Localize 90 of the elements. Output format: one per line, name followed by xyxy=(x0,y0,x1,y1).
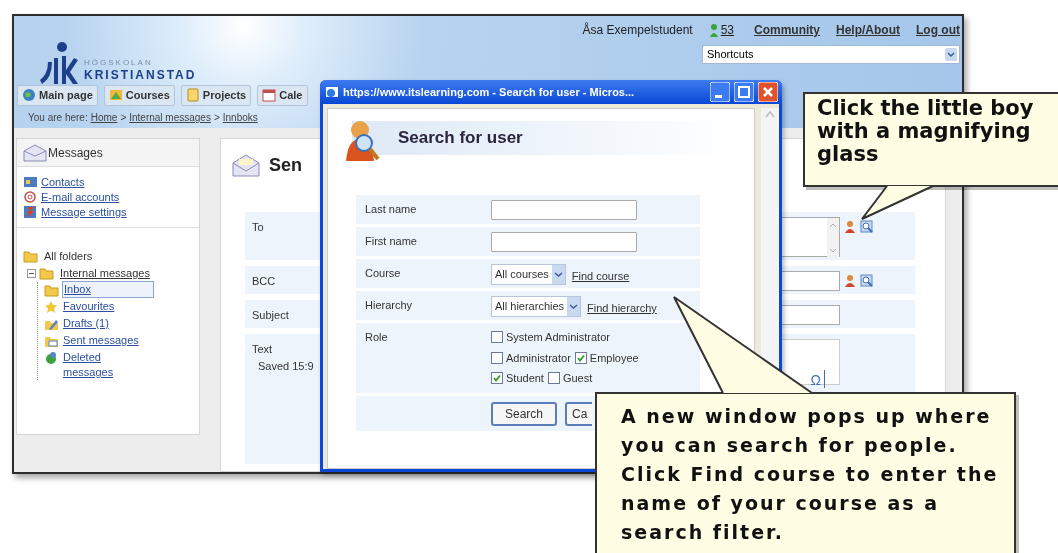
field-label: Text xyxy=(252,342,274,357)
find-link[interactable]: Find course xyxy=(571,268,630,285)
folder-link[interactable]: Deleted messages xyxy=(63,350,153,380)
callout-text: A new window pops up where you can search for people. Click Find course to enter the name of your course as a search filter. xyxy=(621,404,1000,545)
folder-link[interactable]: Favourites xyxy=(63,299,153,314)
field-label: BCC xyxy=(252,274,277,289)
symbol-button[interactable]: Ω xyxy=(810,370,825,388)
field-label: Role xyxy=(364,330,389,345)
saved-note: Saved 15:9 xyxy=(257,358,313,374)
tree-folder[interactable]: Internal messages xyxy=(60,264,150,282)
breadcrumb-link[interactable]: Home xyxy=(90,109,118,125)
callout-text: Click the little boy with a magnifying glass xyxy=(817,97,1035,166)
nav-tab[interactable]: Cale xyxy=(257,84,308,106)
search-icon[interactable] xyxy=(860,220,873,233)
header-link[interactable]: Community xyxy=(754,21,820,39)
search-icon[interactable] xyxy=(860,274,873,287)
header-link[interactable]: Log out xyxy=(916,21,960,39)
folder-icon xyxy=(23,249,38,263)
envelope-icon xyxy=(231,153,261,177)
header-link[interactable]: Help/About xyxy=(836,21,900,39)
tab-icon xyxy=(262,88,277,102)
folder-icon xyxy=(39,266,54,280)
sidebar-link[interactable]: Contacts xyxy=(41,173,85,191)
folder-link[interactable]: Sent messages xyxy=(63,333,153,348)
caret-icon xyxy=(945,48,957,61)
field-label: Hierarchy xyxy=(364,298,414,313)
folder-icon xyxy=(44,334,59,348)
breadcrumb-link[interactable]: Innboks xyxy=(222,109,258,125)
field-label: First name xyxy=(364,234,418,249)
scroll-up-icon xyxy=(765,110,776,118)
checkbox-label: Student xyxy=(506,371,544,386)
person-icon[interactable] xyxy=(844,220,856,234)
checkbox[interactable] xyxy=(491,351,503,364)
window-title: https://www.itslearning.com - Search for user - Micros... xyxy=(343,84,636,100)
tab-icon xyxy=(185,88,200,102)
text-field[interactable] xyxy=(491,200,637,220)
person-icon xyxy=(708,23,719,37)
logo-title: KRISTIANSTAD xyxy=(84,68,197,82)
field-label: Subject xyxy=(252,308,290,323)
checkbox[interactable] xyxy=(491,372,503,385)
checkbox-label: Administrator xyxy=(506,350,571,366)
browser-icon xyxy=(325,85,339,99)
tree-root-label: All folders xyxy=(44,248,93,264)
minimize-button[interactable] xyxy=(710,82,730,102)
checkbox[interactable] xyxy=(574,351,587,364)
breadcrumb-link[interactable]: Internal messages xyxy=(129,109,211,125)
tab-icon xyxy=(22,88,36,102)
checkbox-label: Employee xyxy=(589,350,639,366)
text-field[interactable] xyxy=(491,232,637,252)
checkbox[interactable] xyxy=(491,331,503,344)
field-label: Course xyxy=(364,266,402,281)
page-heading: Sen xyxy=(269,153,302,177)
collapse-icon[interactable] xyxy=(27,268,36,278)
shortcuts-dropdown[interactable]: Shortcuts xyxy=(702,45,960,64)
nav-tab[interactable]: Projects xyxy=(180,84,252,106)
breadcrumb-label: You are here: xyxy=(28,110,88,125)
close-button[interactable] xyxy=(758,82,778,102)
field-label: To xyxy=(252,220,265,235)
nav-tab[interactable]: Main page xyxy=(17,84,98,106)
folder-link[interactable]: Inbox xyxy=(63,282,153,297)
find-link[interactable]: Find hierarchy xyxy=(587,300,657,317)
caret-icon xyxy=(551,265,565,284)
caret-icon xyxy=(567,297,581,316)
nav-tab[interactable]: Courses xyxy=(103,84,175,106)
folder-link[interactable]: Drafts (1) xyxy=(63,316,153,331)
maximize-button[interactable] xyxy=(734,82,754,102)
logo-subtitle: HÖGSKOLAN xyxy=(84,58,154,68)
dropdown[interactable]: All hierarchies xyxy=(491,296,582,317)
points-link[interactable]: 53 xyxy=(720,21,734,39)
field-label: Last name xyxy=(364,202,418,217)
tab-icon xyxy=(108,88,123,102)
checkbox[interactable] xyxy=(547,372,560,385)
contact-card-icon xyxy=(23,175,37,189)
folder-icon xyxy=(44,317,59,331)
panel-title: Messages xyxy=(48,144,103,162)
folder-icon xyxy=(44,283,59,297)
user-name: Åsa Exempelstudent xyxy=(582,21,693,39)
star-icon xyxy=(44,300,59,314)
dialog-heading: Search for user xyxy=(398,127,523,150)
dialog-button[interactable]: Ca xyxy=(565,401,593,426)
breadcrumb-separator: > xyxy=(120,110,127,125)
dialog-button[interactable]: Search xyxy=(491,401,558,426)
person-icon[interactable] xyxy=(844,274,856,288)
dropdown[interactable]: All courses xyxy=(491,264,566,285)
sidebar-link[interactable]: Message settings xyxy=(41,203,127,221)
breadcrumb-separator: > xyxy=(213,110,220,125)
envelope-icon xyxy=(23,143,47,162)
sidebar-link[interactable]: E-mail accounts xyxy=(41,188,120,206)
checkbox-label: System Administrator xyxy=(506,330,610,345)
checkbox-label: Guest xyxy=(562,371,593,386)
